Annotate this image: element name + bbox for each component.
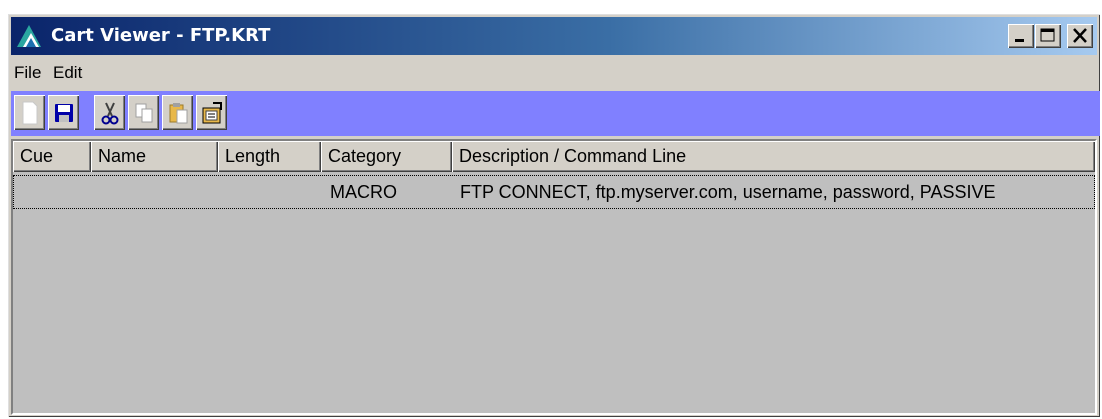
- cut-button[interactable]: [94, 95, 125, 130]
- title-bar[interactable]: Cart Viewer - FTP.KRT: [11, 17, 1097, 55]
- scissors-cut-icon: [101, 102, 118, 124]
- cell-description: FTP CONNECT, ftp.myserver.com, username,…: [460, 182, 996, 202]
- cell-cue: [14, 176, 21, 208]
- menu-edit[interactable]: Edit: [53, 63, 82, 83]
- table-row[interactable]: MACRO FTP CONNECT, ftp.myserver.com, use…: [13, 175, 1095, 209]
- minimize-button[interactable]: [1008, 24, 1034, 48]
- cell-category: MACRO: [330, 182, 397, 202]
- column-header-length[interactable]: Length: [218, 141, 321, 172]
- maximize-button[interactable]: [1035, 24, 1061, 48]
- save-disk-icon: [54, 103, 73, 122]
- maximize-icon: [1040, 28, 1055, 42]
- paste-button[interactable]: [162, 95, 193, 130]
- cart-viewer-window: Cart Viewer - FTP.KRT File Edit Cue Name…: [8, 14, 1100, 417]
- properties-button[interactable]: [196, 95, 227, 130]
- window-title: Cart Viewer - FTP.KRT: [51, 25, 271, 46]
- new-document-icon: [22, 101, 37, 124]
- column-header-description[interactable]: Description / Command Line: [452, 141, 1095, 172]
- cell-name: [92, 176, 99, 208]
- properties-icon: [202, 101, 222, 123]
- column-header-name[interactable]: Name: [91, 141, 218, 172]
- column-header-category[interactable]: Category: [321, 141, 452, 172]
- copy-button[interactable]: [128, 95, 159, 130]
- close-icon: [1073, 28, 1087, 43]
- paste-clipboard-icon: [169, 102, 187, 123]
- toolbar: [11, 91, 1100, 136]
- close-button[interactable]: [1067, 24, 1093, 48]
- menu-file[interactable]: File: [14, 63, 41, 83]
- save-button[interactable]: [48, 95, 79, 130]
- cell-length: [219, 176, 226, 208]
- new-button[interactable]: [14, 95, 45, 130]
- copy-icon: [135, 103, 152, 122]
- app-logo-icon: [17, 25, 41, 47]
- list-header: Cue Name Length Category Description / C…: [13, 141, 1095, 172]
- minimize-icon: [1015, 39, 1024, 42]
- column-header-cue[interactable]: Cue: [13, 141, 91, 172]
- menu-bar: File Edit: [11, 58, 1097, 88]
- cart-list-view[interactable]: Cue Name Length Category Description / C…: [11, 139, 1097, 415]
